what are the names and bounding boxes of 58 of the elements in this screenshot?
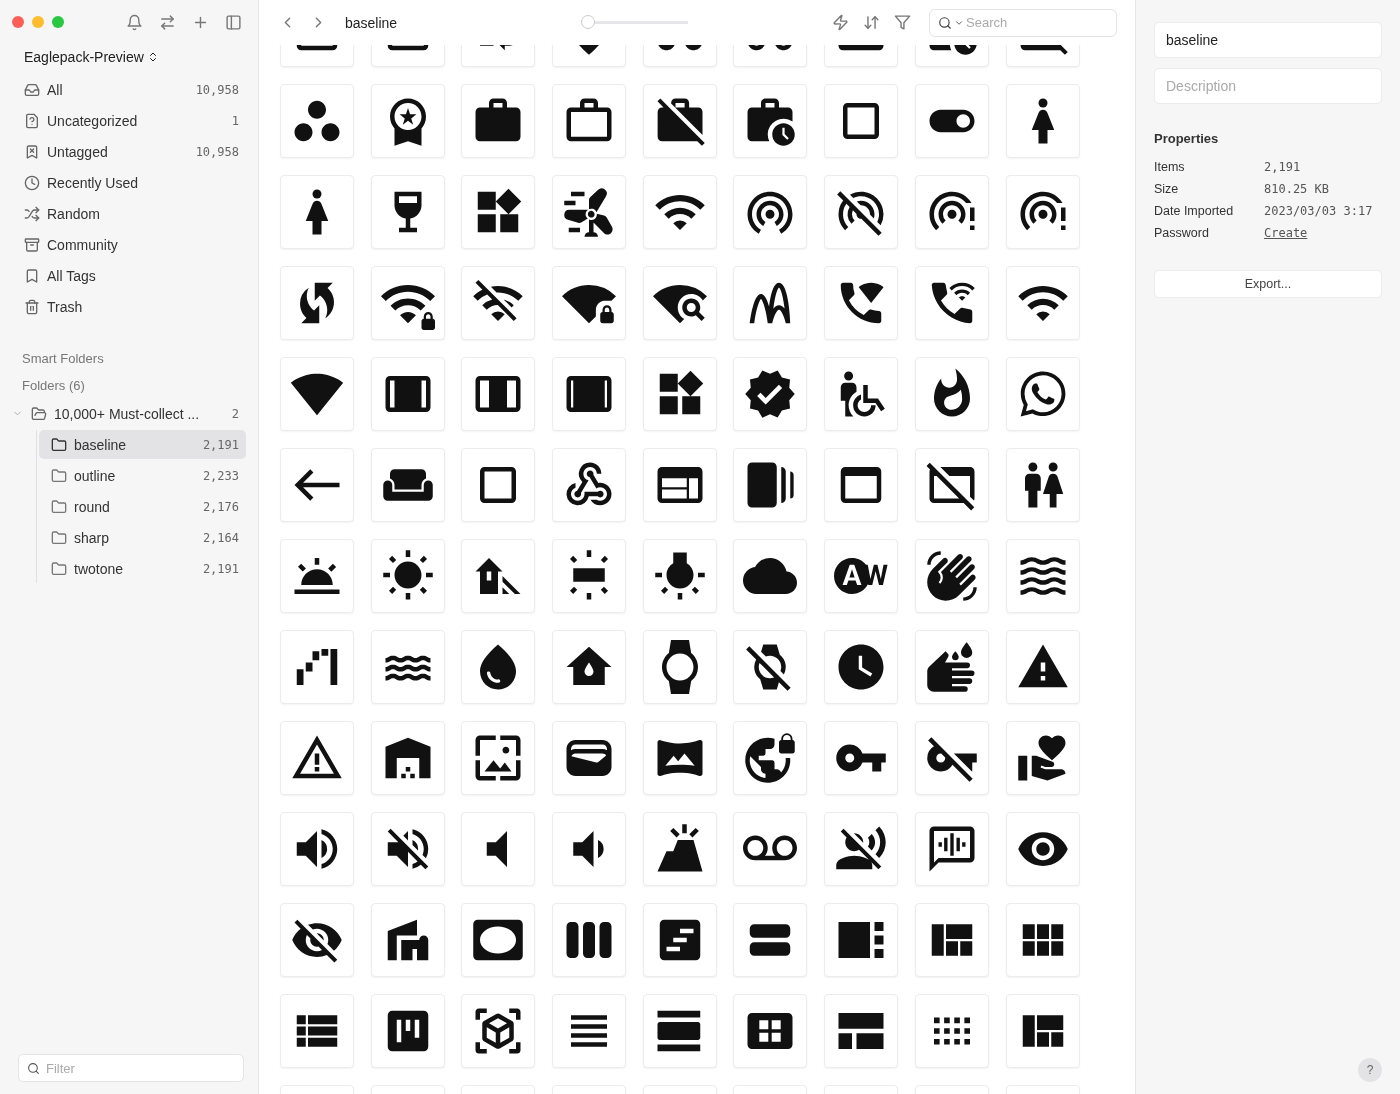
item-count: 1 <box>231 113 239 128</box>
folder-item[interactable]: outline 2,233 <box>39 461 246 490</box>
folder-item[interactable]: round 2,176 <box>39 492 246 521</box>
item-label: Untagged <box>47 143 109 160</box>
search-input[interactable]: Search <box>966 9 1116 36</box>
property-value: 810.25 KB <box>1264 182 1331 196</box>
item-count: 2,191 <box>202 437 239 452</box>
item-label: round <box>74 498 111 515</box>
item-label: All <box>47 81 64 98</box>
property-value: 2,191 <box>1264 160 1302 174</box>
item-label: Trash <box>47 298 84 315</box>
item-label: outline <box>74 467 117 484</box>
name-field[interactable]: baseline <box>1154 22 1382 58</box>
search-field[interactable]: Search <box>929 8 1117 37</box>
sidebar-item[interactable]: Trash <box>12 292 246 321</box>
folder-item[interactable]: 10,000+ Must-collect ... 2 <box>8 399 246 428</box>
create-link[interactable]: Create <box>1264 226 1382 240</box>
library-switcher[interactable]: Eaglepack-Preview <box>20 47 163 67</box>
folder-title: baseline <box>345 14 399 31</box>
filter-input[interactable]: Filter <box>46 1055 243 1081</box>
item-count: 10,958 <box>195 82 239 97</box>
item-count: 2 <box>231 406 239 421</box>
sidebar-item[interactable]: Community <box>12 230 246 259</box>
help-button[interactable]: ? <box>1358 1058 1382 1082</box>
sidebar-item[interactable]: All Tags <box>12 261 246 290</box>
item-count: 2,176 <box>202 499 239 514</box>
item-label: All Tags <box>47 267 97 284</box>
item-label: twotone <box>74 560 125 577</box>
folder-item[interactable]: twotone 2,191 <box>39 554 246 583</box>
property-label: Password <box>1154 226 1210 240</box>
export-button[interactable]: Export... <box>1154 270 1382 298</box>
item-count: 2,233 <box>202 468 239 483</box>
item-count: 2,191 <box>202 561 239 576</box>
sidebar-item[interactable]: All 10,958 <box>12 75 246 104</box>
item-label: 10,000+ Must-collect ... <box>54 405 201 422</box>
item-count: 10,958 <box>195 144 239 159</box>
description-field[interactable]: Description <box>1154 68 1382 104</box>
item-label: Recently Used <box>47 174 140 191</box>
sidebar-item[interactable]: Random <box>12 199 246 228</box>
item-label: Community <box>47 236 119 253</box>
item-label: sharp <box>74 529 111 546</box>
item-label: Random <box>47 205 101 222</box>
folder-item[interactable]: baseline 2,191 <box>39 430 246 459</box>
property-label: Items <box>1154 160 1186 174</box>
item-label: Uncategorized <box>47 112 139 129</box>
sidebar-item[interactable]: Untagged 10,958 <box>12 137 246 166</box>
property-label: Date Imported <box>1154 204 1235 218</box>
section-heading: Folders (6) <box>22 377 86 395</box>
section-heading: Smart Folders <box>22 350 105 368</box>
property-label: Size <box>1154 182 1180 196</box>
property-value: 2023/03/03 3:17 <box>1264 204 1374 218</box>
properties-heading: Properties <box>1154 131 1220 146</box>
folder-item[interactable]: sharp 2,164 <box>39 523 246 552</box>
item-count: 2,164 <box>202 530 239 545</box>
filter-field[interactable]: Filter <box>18 1054 244 1082</box>
sidebar-item[interactable]: Uncategorized 1 <box>12 106 246 135</box>
item-label: baseline <box>74 436 128 453</box>
sidebar-item[interactable]: Recently Used <box>12 168 246 197</box>
